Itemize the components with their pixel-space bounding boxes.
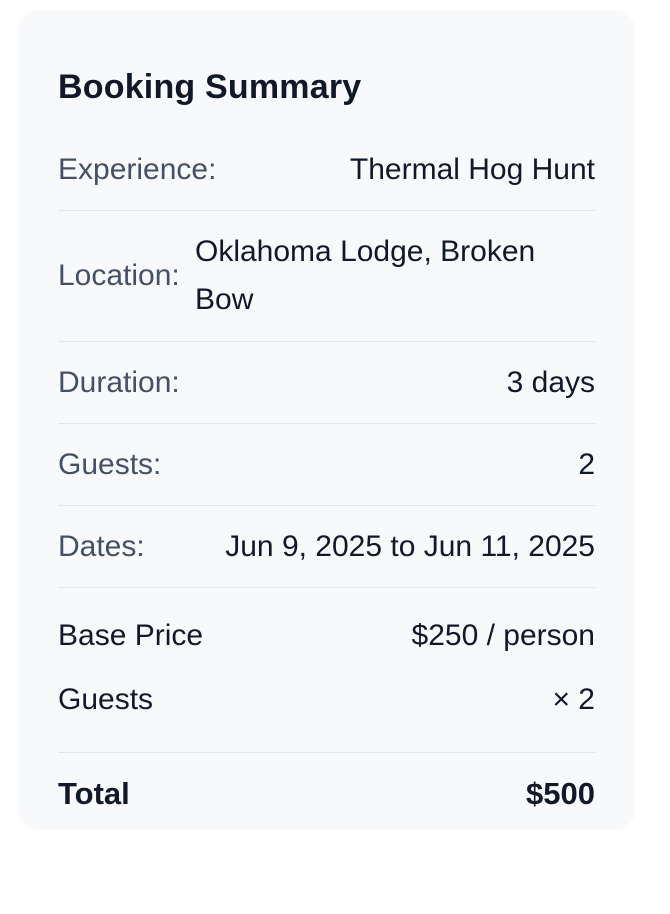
detail-row-location: Location: Oklahoma Lodge, Broken Bow bbox=[58, 211, 595, 342]
guests-multiplier-line: Guests × 2 bbox=[58, 668, 595, 732]
detail-row-dates: Dates: Jun 9, 2025 to Jun 11, 2025 bbox=[58, 506, 595, 588]
dates-value: Jun 9, 2025 to Jun 11, 2025 bbox=[225, 529, 595, 563]
total-label: Total bbox=[58, 776, 130, 811]
dates-label: Dates: bbox=[58, 529, 145, 563]
experience-label: Experience: bbox=[58, 152, 217, 186]
guests-value: 2 bbox=[578, 447, 595, 481]
total-value: $500 bbox=[526, 776, 595, 811]
total-line: Total $500 bbox=[58, 753, 595, 835]
detail-row-duration: Duration: 3 days bbox=[58, 342, 595, 424]
guests-multiplier-value: × 2 bbox=[552, 683, 595, 716]
location-label: Location: bbox=[58, 259, 180, 292]
booking-summary-title: Booking Summary bbox=[58, 68, 362, 106]
experience-value: Thermal Hog Hunt bbox=[349, 152, 595, 186]
base-price-label: Base Price bbox=[58, 619, 204, 652]
guests-multiplier-label: Guests bbox=[58, 683, 154, 716]
detail-row-guests: Guests: 2 bbox=[58, 424, 595, 506]
duration-label: Duration: bbox=[58, 365, 180, 399]
base-price-line: Base Price $250 / person bbox=[58, 604, 595, 668]
price-breakdown: Base Price $250 / person Guests × 2 bbox=[58, 588, 595, 753]
location-value: Oklahoma Lodge, Broken Bow bbox=[195, 235, 536, 316]
detail-row-experience: Experience: Thermal Hog Hunt bbox=[58, 129, 595, 211]
duration-value: 3 days bbox=[506, 365, 595, 399]
guests-label: Guests: bbox=[58, 447, 162, 481]
base-price-value: $250 / person bbox=[411, 619, 595, 652]
booking-summary-card: Booking Summary Experience: Thermal Hog … bbox=[18, 10, 635, 830]
booking-detail-list: Experience: Thermal Hog Hunt Location: O… bbox=[58, 129, 595, 588]
